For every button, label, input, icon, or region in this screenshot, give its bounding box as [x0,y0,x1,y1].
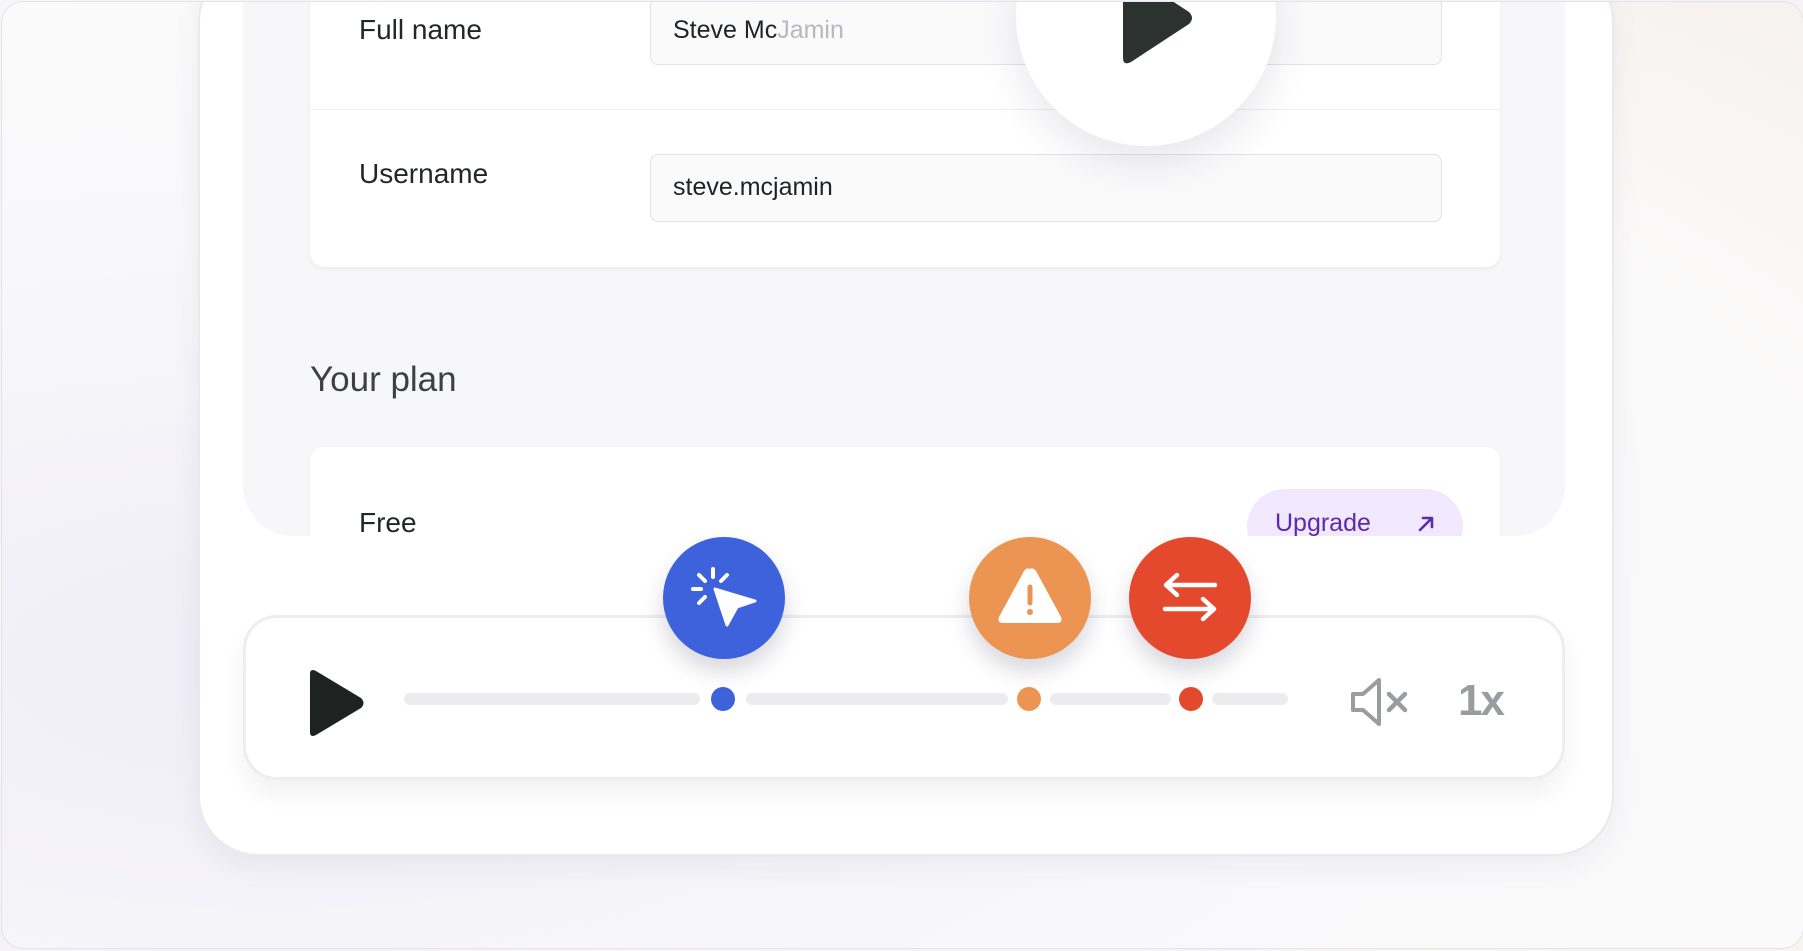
event-marker-navigation[interactable] [1129,537,1251,659]
app-screen: Full name Steve McJamin Username steve.m… [243,2,1565,536]
warning-icon [998,568,1062,623]
arrow-up-right-icon [1418,516,1434,532]
canvas: Full name Steve McJamin Username steve.m… [1,1,1803,949]
timeline-event-navigation-dot[interactable] [1179,687,1203,711]
play-button[interactable] [306,668,366,738]
timeline-segment[interactable] [1212,693,1288,705]
upgrade-button[interactable]: Upgrade [1247,489,1463,536]
username-field[interactable]: steve.mcjamin [650,154,1442,222]
event-marker-warning[interactable] [969,537,1091,659]
full-name-value: Steve McJamin [673,16,844,44]
timeline-event-warning-dot[interactable] [1017,687,1041,711]
event-marker-click[interactable] [663,537,785,659]
row-divider [310,109,1500,110]
timeline-event-click-dot[interactable] [711,687,735,711]
swap-arrows-icon [1162,572,1218,622]
plan-name: Free [359,507,417,536]
cursor-click-icon [691,567,757,627]
play-icon [1123,2,1192,64]
username-label: Username [359,158,489,189]
mute-icon[interactable] [1349,676,1413,728]
profile-card: Full name Steve McJamin Username steve.m… [310,2,1500,267]
full-name-label: Full name [359,14,482,45]
playback-speed-button[interactable]: 1x [1458,676,1505,726]
timeline-segment[interactable] [404,693,700,705]
replay-player-bar: 1x [243,615,1565,780]
timeline-segment[interactable] [1050,693,1171,705]
username-value: steve.mcjamin [673,173,833,201]
timeline-segment[interactable] [746,693,1008,705]
section-title-your-plan: Your plan [310,360,457,399]
upgrade-label: Upgrade [1275,509,1371,536]
